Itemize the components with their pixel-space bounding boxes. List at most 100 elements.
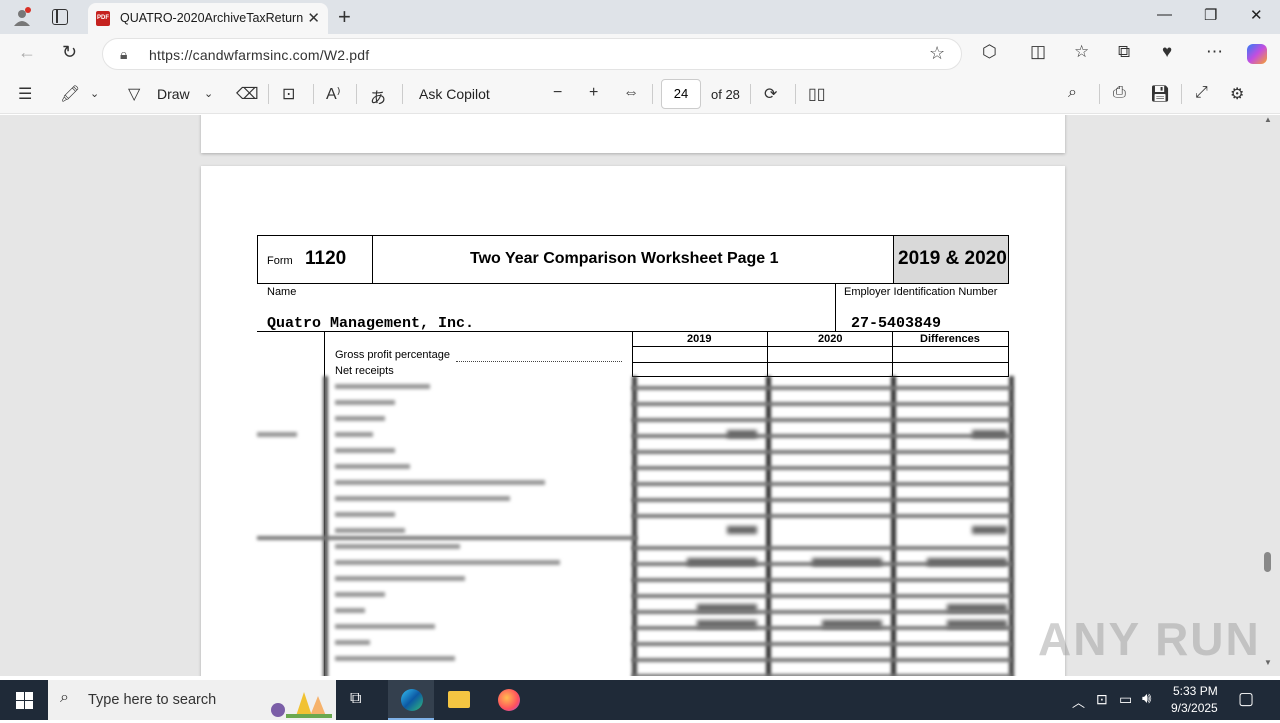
divider <box>356 84 357 104</box>
fullscreen-icon[interactable]: ⤢ <box>1195 84 1208 102</box>
divider <box>767 331 768 377</box>
divider <box>795 84 796 104</box>
start-icon[interactable] <box>16 692 33 709</box>
search-highlight-icon <box>266 684 332 718</box>
ask-copilot-button[interactable]: Ask Copilot <box>419 86 490 102</box>
column-header-2019: 2019 <box>687 333 712 345</box>
contents-icon[interactable]: ☰ <box>18 84 32 104</box>
minimize-icon[interactable]: — <box>1157 6 1172 23</box>
restore-icon[interactable]: ❐ <box>1204 6 1217 24</box>
divider <box>372 235 373 284</box>
scroll-down-icon[interactable]: ▼ <box>1264 658 1272 667</box>
text-box-icon[interactable]: ⊡ <box>282 84 295 104</box>
taskbar: ⌕ Type here to search ⧉ ︿ ⊡ ▭ 🔊︎ 5:33 PM… <box>0 680 1280 720</box>
form-title: Two Year Comparison Worksheet Page 1 <box>470 250 779 267</box>
search-icon: ⌕ <box>60 689 69 706</box>
copilot-icon[interactable] <box>1247 44 1267 64</box>
divider <box>632 362 1009 363</box>
company-name: Quatro Management, Inc. <box>267 315 475 332</box>
pdf-toolbar: ☰ 🖍︎ ⌄ ▽ Draw ⌄ ⌫ ⊡ A⁾ あ Ask Copilot − +… <box>0 74 1280 114</box>
scroll-up-icon[interactable]: ▲ <box>1264 115 1272 124</box>
edge-taskbar-icon[interactable] <box>388 680 434 720</box>
draw-icon[interactable]: ▽ <box>128 84 140 104</box>
device-icon[interactable]: ⊡ <box>1096 691 1108 708</box>
scrollbar-thumb[interactable] <box>1264 552 1271 572</box>
extensions-icon[interactable]: ⬡ <box>982 42 997 62</box>
pdf-page-current: Form 1120 Two Year Comparison Worksheet … <box>201 166 1065 676</box>
draw-chevron-icon[interactable]: ⌄ <box>204 87 213 100</box>
pdf-page-previous <box>201 115 1065 153</box>
zoom-in-icon[interactable]: + <box>589 84 598 102</box>
url-text: https://candwfarmsinc.com/W2.pdf <box>149 47 370 63</box>
name-label: Name <box>267 286 297 298</box>
split-screen-icon[interactable]: ◫ <box>1030 42 1046 62</box>
fit-to-width-icon[interactable]: ⇔ <box>623 84 639 102</box>
site-info-icon[interactable]: 🔒︎ <box>120 46 127 63</box>
divider <box>835 284 836 332</box>
draw-button[interactable]: Draw <box>157 86 190 102</box>
erase-icon[interactable]: ⌫ <box>236 84 259 104</box>
firefox-icon[interactable] <box>498 689 520 711</box>
taskbar-search[interactable]: ⌕ Type here to search <box>48 680 336 720</box>
new-tab-button[interactable]: + <box>338 4 351 30</box>
watermark: ANY RUN <box>1038 613 1261 665</box>
divider <box>313 84 314 104</box>
divider <box>632 346 1009 347</box>
refresh-icon[interactable]: ↻ <box>62 42 77 63</box>
divider <box>268 84 269 104</box>
close-tab-icon[interactable]: ✕ <box>307 9 320 27</box>
browser-tab[interactable]: PDF QUATRO-2020ArchiveTaxReturn ✕ <box>88 3 328 34</box>
clock-date[interactable]: 9/3/2025 <box>1171 701 1218 715</box>
find-icon[interactable]: ⌕ <box>1068 84 1077 102</box>
clock-time[interactable]: 5:33 PM <box>1173 684 1218 698</box>
show-hidden-icons[interactable]: ︿ <box>1072 692 1085 711</box>
task-view-icon[interactable]: ⧉ <box>350 690 361 708</box>
vertical-scrollbar[interactable]: ▲ ▼ <box>1262 115 1274 676</box>
tab-title: QUATRO-2020ArchiveTaxReturn <box>120 11 304 25</box>
settings-icon[interactable]: ⚙ <box>1230 84 1244 104</box>
tab-actions-icon[interactable] <box>52 9 68 25</box>
rotate-icon[interactable]: ⟳ <box>764 84 777 104</box>
notifications-icon[interactable]: ▢ <box>1238 689 1254 709</box>
zoom-out-icon[interactable]: − <box>553 84 562 102</box>
close-window-icon[interactable]: ✕ <box>1250 6 1263 24</box>
back-icon[interactable]: ← <box>18 42 36 63</box>
favorite-star-icon[interactable]: ☆ <box>929 43 945 64</box>
page-number-input[interactable]: 24 <box>661 79 701 109</box>
column-header-2020: 2020 <box>818 333 843 345</box>
navigation-bar: ← ↻ 🔒︎ https://candwfarmsinc.com/W2.pdf … <box>0 34 1280 74</box>
page-view-icon[interactable]: ▯▯ <box>808 84 826 104</box>
divider <box>402 84 403 104</box>
favorites-icon[interactable]: ☆ <box>1074 42 1089 62</box>
browser-essentials-icon[interactable]: ♥ <box>1162 42 1172 62</box>
divider <box>892 331 893 377</box>
divider <box>1181 84 1182 104</box>
read-aloud-icon[interactable]: A⁾ <box>326 84 341 104</box>
pdf-viewer[interactable]: Form 1120 Two Year Comparison Worksheet … <box>0 115 1280 676</box>
divider <box>652 84 653 104</box>
search-placeholder: Type here to search <box>88 692 217 708</box>
tab-bar: PDF QUATRO-2020ArchiveTaxReturn ✕ + — ❐ … <box>0 0 1280 34</box>
highlight-icon[interactable]: 🖍︎ <box>60 84 80 104</box>
redacted-area <box>257 376 1014 676</box>
highlight-chevron-icon[interactable]: ⌄ <box>90 87 99 100</box>
profile-icon[interactable] <box>12 7 32 27</box>
divider <box>750 84 751 104</box>
pdf-file-icon: PDF <box>96 11 110 26</box>
divider <box>1099 84 1100 104</box>
address-bar[interactable]: 🔒︎ https://candwfarmsinc.com/W2.pdf ☆ <box>102 38 962 70</box>
page-count: of 28 <box>711 87 740 102</box>
collections-icon[interactable]: ⧉ <box>1118 42 1130 62</box>
print-icon[interactable]: ⎙ <box>1113 84 1126 102</box>
row-label: Gross profit percentage <box>335 349 450 361</box>
volume-icon[interactable]: 🔊︎ <box>1142 690 1151 707</box>
file-explorer-icon[interactable] <box>448 691 470 708</box>
leader-dots <box>456 361 622 362</box>
translate-icon[interactable]: あ <box>370 84 386 108</box>
save-icon[interactable]: 💾︎ <box>1150 84 1170 104</box>
column-header-differences: Differences <box>920 333 980 345</box>
more-options-icon[interactable]: ⋯ <box>1206 42 1223 62</box>
form-number: 1120 <box>305 248 347 269</box>
network-icon[interactable]: ▭ <box>1119 691 1132 708</box>
form-years: 2019 & 2020 <box>898 248 1007 269</box>
